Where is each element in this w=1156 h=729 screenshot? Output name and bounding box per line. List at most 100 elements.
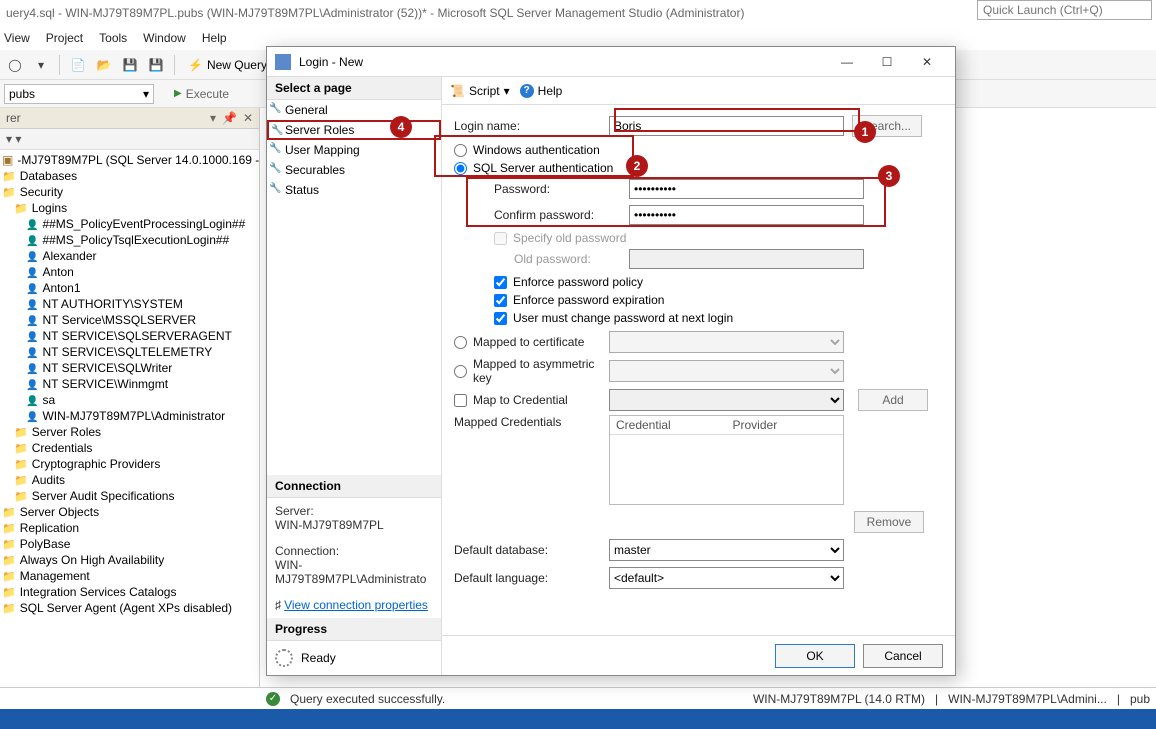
tree-login-item[interactable]: Anton1	[0, 280, 259, 296]
highlight-auth	[434, 135, 634, 177]
dialog-toolbar: 📜 Script ▾ ? Help	[442, 77, 955, 105]
dropdown-icon[interactable]: ▾	[210, 111, 216, 125]
ok-button[interactable]: OK	[775, 644, 855, 668]
menu-help[interactable]: Help	[202, 31, 227, 45]
tree-folder[interactable]: Audits	[0, 472, 259, 488]
tree-login-item[interactable]: NT SERVICE\SQLSERVERAGENT	[0, 328, 259, 344]
maximize-button[interactable]: ☐	[867, 49, 907, 75]
database-combo[interactable]: pubs ▾	[4, 84, 154, 104]
tree-folder[interactable]: PolyBase	[0, 536, 259, 552]
tree-login-item[interactable]: NT Service\MSSQLSERVER	[0, 312, 259, 328]
menu-project[interactable]: Project	[46, 31, 83, 45]
nav-securables[interactable]: Securables	[267, 160, 441, 180]
pin-icon[interactable]: 📌	[222, 111, 237, 125]
credential-combo[interactable]	[609, 389, 844, 411]
help-button[interactable]: ? Help	[520, 84, 563, 98]
object-explorer-toolbar[interactable]: ▾ ▾	[0, 129, 259, 150]
nav-back-icon[interactable]: ◯	[4, 54, 26, 76]
connection-label: Connection:	[275, 544, 433, 558]
connection-value: WIN-MJ79T89M7PL\Administrato	[275, 558, 433, 586]
new-file-icon[interactable]: 📄	[67, 54, 89, 76]
status-message: Query executed successfully.	[290, 692, 445, 706]
new-query-label: New Query	[207, 58, 267, 72]
object-explorer-header: rer ▾ 📌 ✕	[0, 108, 259, 129]
status-server: WIN-MJ79T89M7PL (14.0 RTM)	[753, 692, 925, 706]
tree-folder[interactable]: Credentials	[0, 440, 259, 456]
nav-server-roles[interactable]: Server Roles	[267, 120, 441, 140]
execute-button[interactable]: ▶ Execute	[166, 85, 237, 103]
view-connection-properties-link[interactable]: View connection properties	[284, 598, 428, 612]
tree-security[interactable]: Security	[0, 184, 259, 200]
tree-folder[interactable]: Always On High Availability	[0, 552, 259, 568]
mapped-credentials-label: Mapped Credentials	[454, 415, 609, 429]
tree-folder[interactable]: Server Audit Specifications	[0, 488, 259, 504]
tree-login-item[interactable]: NT SERVICE\SQLWriter	[0, 360, 259, 376]
default-database-combo[interactable]: master	[609, 539, 844, 561]
nav-fwd-icon[interactable]: ▾	[30, 54, 52, 76]
link-icon: ♯	[275, 598, 281, 612]
tree-server-root[interactable]: -MJ79T89M7PL (SQL Server 14.0.1000.169 -…	[0, 152, 259, 168]
object-explorer-tree: -MJ79T89M7PL (SQL Server 14.0.1000.169 -…	[0, 150, 259, 687]
tree-login-item[interactable]: ##MS_PolicyEventProcessingLogin##	[0, 216, 259, 232]
must-change-label: User must change password at next login	[513, 311, 733, 325]
old-password-input	[629, 249, 864, 269]
map-credential-checkbox[interactable]	[454, 394, 467, 407]
save-icon[interactable]: 💾	[119, 54, 141, 76]
connection-header: Connection	[267, 475, 441, 498]
tree-login-item[interactable]: WIN-MJ79T89M7PL\Administrator	[0, 408, 259, 424]
nav-general[interactable]: General	[267, 100, 441, 120]
tree-login-item[interactable]: Anton	[0, 264, 259, 280]
login-new-dialog: Login - New — ☐ ✕ Select a page General …	[266, 46, 956, 676]
quick-launch-input[interactable]	[977, 0, 1152, 20]
tree-folder[interactable]: Server Roles	[0, 424, 259, 440]
tree-folder[interactable]: SQL Server Agent (Agent XPs disabled)	[0, 600, 259, 616]
tree-login-item[interactable]: NT AUTHORITY\SYSTEM	[0, 296, 259, 312]
callout-2: 2	[626, 155, 648, 177]
tree-login-item[interactable]: NT SERVICE\Winmgmt	[0, 376, 259, 392]
map-certificate-radio[interactable]	[454, 336, 467, 349]
map-asym-radio[interactable]	[454, 365, 467, 378]
tree-login-item[interactable]: NT SERVICE\SQLTELEMETRY	[0, 344, 259, 360]
tree-folder[interactable]: Replication	[0, 520, 259, 536]
object-explorer-panel: rer ▾ 📌 ✕ ▾ ▾ -MJ79T89M7PL (SQL Server 1…	[0, 108, 260, 687]
nav-status[interactable]: Status	[267, 180, 441, 200]
minimize-button[interactable]: —	[827, 49, 867, 75]
tree-login-item[interactable]: ##MS_PolicyTsqlExecutionLogin##	[0, 232, 259, 248]
enforce-expiration-checkbox[interactable]	[494, 294, 507, 307]
menu-window[interactable]: Window	[143, 31, 186, 45]
callout-3: 3	[878, 165, 900, 187]
tree-folder[interactable]: Management	[0, 568, 259, 584]
dialog-footer: OK Cancel	[442, 635, 955, 675]
tree-login-item[interactable]: Alexander	[0, 248, 259, 264]
close-icon[interactable]: ✕	[243, 111, 253, 125]
tree-folder[interactable]: Integration Services Catalogs	[0, 584, 259, 600]
enforce-policy-checkbox[interactable]	[494, 276, 507, 289]
must-change-checkbox[interactable]	[494, 312, 507, 325]
progress-header: Progress	[267, 618, 441, 641]
save-all-icon[interactable]: 💾	[145, 54, 167, 76]
remove-button[interactable]: Remove	[854, 511, 924, 533]
add-button[interactable]: Add	[858, 389, 928, 411]
tree-folder[interactable]: Cryptographic Providers	[0, 456, 259, 472]
menu-view[interactable]: View	[4, 31, 30, 45]
execute-label: Execute	[186, 87, 229, 101]
tree-login-item[interactable]: sa	[0, 392, 259, 408]
tree-folder[interactable]: Server Objects	[0, 504, 259, 520]
new-query-button[interactable]: ⚡ New Query	[182, 56, 273, 74]
nav-user-mapping[interactable]: User Mapping	[267, 140, 441, 160]
bottom-accent-bar	[0, 709, 1156, 729]
menu-tools[interactable]: Tools	[99, 31, 127, 45]
window-title: uery4.sql - WIN-MJ79T89M7PL.pubs (WIN-MJ…	[6, 6, 744, 20]
server-label: Server:	[275, 504, 433, 518]
cancel-button[interactable]: Cancel	[863, 644, 943, 668]
dialog-nav-panel: Select a page General Server Roles User …	[267, 77, 442, 675]
tree-databases[interactable]: Databases	[0, 168, 259, 184]
bolt-icon: ⚡	[188, 58, 203, 72]
default-language-combo[interactable]: <default>	[609, 567, 844, 589]
specify-old-password-label: Specify old password	[513, 231, 626, 245]
open-file-icon[interactable]: 📂	[93, 54, 115, 76]
tree-logins-folder[interactable]: Logins	[0, 200, 259, 216]
script-button[interactable]: 📜 Script ▾	[450, 84, 510, 98]
close-button[interactable]: ✕	[907, 49, 947, 75]
map-credential-label: Map to Credential	[473, 393, 603, 407]
